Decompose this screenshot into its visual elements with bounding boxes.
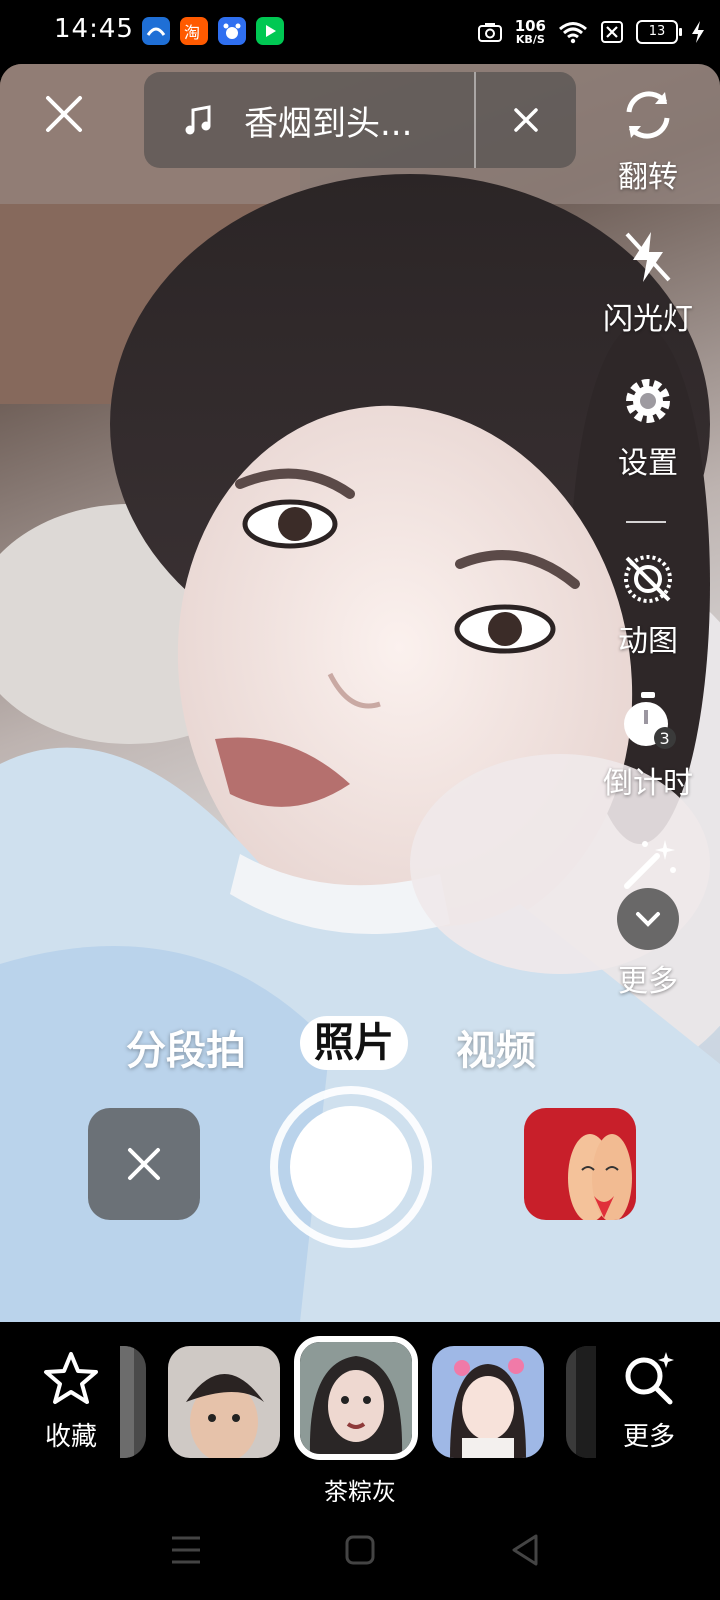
menu-icon[interactable] (166, 1530, 206, 1570)
discard-button[interactable] (88, 1108, 200, 1220)
flip-icon (626, 91, 670, 139)
filter-thumb[interactable] (432, 1346, 544, 1458)
favorite-label: 收藏 (44, 1422, 97, 1452)
back-icon[interactable] (506, 1530, 546, 1570)
timer-button[interactable]: 3 倒计时 (593, 690, 703, 802)
more-tools-label: 更多 (618, 964, 678, 999)
filter-strip: 收藏 更多 茶粽灰 (0, 1322, 720, 1506)
filter-thumb-partial-right[interactable] (566, 1346, 596, 1458)
settings-gear-icon (626, 379, 670, 423)
filter-thumb-image (120, 1346, 146, 1458)
music-title: 香烟到头... (244, 104, 413, 144)
mode-segment[interactable]: 分段拍 (126, 1018, 246, 1076)
settings-button[interactable]: 设置 (593, 370, 703, 482)
music-selector[interactable]: 香烟到头... (144, 72, 576, 168)
album-image (524, 1108, 636, 1220)
system-navigation-bar (0, 1502, 720, 1600)
album-thumbnail[interactable] (524, 1108, 636, 1220)
close-camera-icon[interactable] (42, 92, 86, 136)
music-note-icon (185, 105, 211, 135)
more-tools-button[interactable]: 更多 (593, 888, 703, 1000)
timer-label: 倒计时 (603, 766, 693, 801)
charging-icon (692, 21, 704, 43)
filter-thumb-image (300, 1342, 412, 1454)
filter-thumb[interactable] (168, 1346, 280, 1458)
flip-camera-button[interactable]: 翻转 (593, 84, 703, 196)
network-speed: 106 KB/S (514, 16, 546, 46)
filter-thumb-image (168, 1346, 280, 1458)
shutter-button[interactable] (270, 1086, 432, 1248)
live-photo-label: 动图 (618, 624, 678, 659)
live-photo-button[interactable]: 动图 (593, 548, 703, 660)
chevron-down-icon (636, 912, 660, 927)
shutter-inner (290, 1106, 412, 1228)
flash-off-icon (625, 232, 671, 282)
star-icon (44, 1352, 98, 1404)
more-filters-button[interactable]: 更多 (614, 1350, 684, 1453)
more-filters-label: 更多 (622, 1422, 675, 1452)
iqiyi-icon (256, 17, 284, 45)
close-icon (128, 1148, 160, 1180)
favorite-filters-button[interactable]: 收藏 (36, 1350, 106, 1453)
timer-icon: 3 (624, 692, 676, 749)
notification-app-icon (142, 17, 170, 45)
timer-badge: 3 (660, 729, 670, 748)
remove-music-icon[interactable] (512, 106, 540, 134)
battery-indicator: 13 (636, 20, 682, 44)
mode-photo[interactable]: 照片 (300, 1016, 408, 1070)
settings-label: 设置 (618, 446, 678, 481)
taobao-icon: 淘 (180, 17, 208, 45)
status-bar: 14:45 淘 106 KB/S 13 (0, 0, 720, 64)
flip-label: 翻转 (618, 160, 678, 195)
camera-status-icon (477, 23, 502, 42)
music-divider (474, 72, 476, 168)
flash-button[interactable]: 闪光灯 (593, 226, 703, 338)
search-sparkle-icon (625, 1352, 674, 1405)
live-photo-off-icon (624, 555, 672, 603)
flash-label: 闪光灯 (603, 302, 693, 337)
svg-text:淘: 淘 (184, 23, 200, 42)
filter-thumb-selected[interactable] (294, 1336, 418, 1460)
mode-video[interactable]: 视频 (456, 1018, 536, 1076)
filter-thumb-image (566, 1346, 596, 1458)
wifi-icon (559, 22, 587, 44)
baidu-icon (218, 17, 246, 45)
magic-wand-icon[interactable] (617, 834, 679, 896)
camera-preview[interactable]: 香烟到头... 翻转 闪光灯 设置 动图 3 倒计时 更多 分段拍 照片 视频 (0, 64, 720, 1322)
status-time: 14:45 (54, 14, 134, 44)
status-indicators: 106 KB/S 13 (477, 14, 706, 50)
tools-divider (626, 521, 666, 523)
no-sim-icon (601, 21, 623, 43)
more-tools-circle (617, 888, 679, 950)
filter-thumb-image (432, 1346, 544, 1458)
filter-thumb-partial-left[interactable] (120, 1346, 146, 1458)
home-icon[interactable] (340, 1530, 380, 1570)
capture-mode-selector: 分段拍 照片 视频 (0, 1014, 720, 1074)
